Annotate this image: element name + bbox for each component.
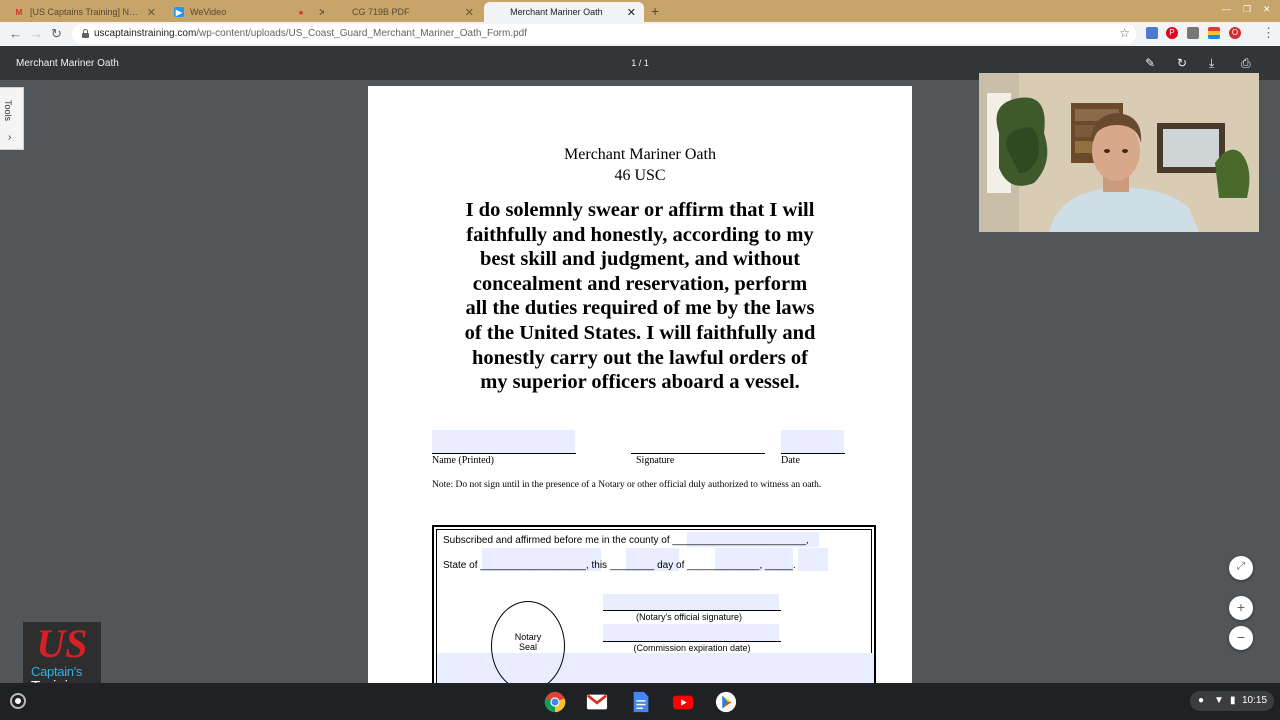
notary-signature-field[interactable] [603, 594, 779, 611]
county-line: Subscribed and affirmed before me in the… [443, 535, 809, 546]
edit-pencil-icon[interactable]: ✎ [1145, 56, 1155, 70]
chevron-right-icon: › [8, 132, 12, 143]
close-tab-icon[interactable]: ✕ [318, 6, 324, 19]
webcam-video [979, 73, 1259, 232]
document-icon [336, 7, 346, 17]
chrome-app-icon[interactable] [543, 691, 567, 713]
notification-icon: ● [1198, 695, 1205, 706]
wevideo-icon: ▶ [174, 7, 184, 17]
recording-extension-icon[interactable]: O [1229, 27, 1241, 39]
zoom-out-button[interactable]: − [1229, 626, 1253, 650]
extension-icon[interactable] [1146, 27, 1158, 39]
forward-icon[interactable]: → [30, 26, 43, 41]
webcam-presenter-image [979, 73, 1259, 232]
youtube-app-icon[interactable] [671, 691, 695, 713]
page-indicator: 1 / 1 [631, 58, 649, 68]
browser-toolbar: ← → ↻ uscaptainstraining.com/wp-content/… [0, 22, 1280, 46]
chrome-menu-icon[interactable]: ⋮ [1262, 25, 1275, 41]
rotate-icon[interactable]: ↻ [1177, 56, 1187, 70]
notary-signature-label: (Notary's official signature) [635, 612, 743, 622]
commission-rule [603, 641, 781, 642]
screenshot-extension-icon[interactable] [1187, 27, 1199, 39]
date-field[interactable] [781, 430, 844, 453]
clock: 10:15 [1242, 695, 1268, 706]
date-rule [781, 453, 845, 454]
play-store-app-icon[interactable] [714, 691, 738, 713]
lock-icon [82, 29, 89, 38]
record-icon: ● [298, 7, 304, 17]
battery-icon: ▮ [1230, 695, 1236, 706]
gmail-app-icon[interactable] [585, 691, 609, 713]
docs-app-icon[interactable] [629, 691, 653, 713]
gmail-icon: M [15, 7, 23, 17]
tab-strip: M [US Captains Training] New own... ✕ ▶ … [0, 0, 1280, 22]
name-printed-field[interactable] [432, 430, 575, 453]
system-tray[interactable]: ● ▼ ▮ 10:15 [1190, 691, 1274, 711]
launcher-icon[interactable] [10, 693, 26, 709]
name-printed-label: Name (Printed) [432, 455, 494, 466]
oath-text: I do solemnly swear or affirm that I wil… [464, 199, 816, 394]
document-title: Merchant Mariner Oath [564, 146, 716, 163]
wifi-icon: ▼ [1214, 695, 1224, 706]
address-bar[interactable]: uscaptainstraining.com/wp-content/upload… [72, 24, 1136, 44]
notary-seal: Notary Seal [491, 601, 565, 686]
commission-date-field[interactable] [603, 624, 779, 641]
back-icon[interactable]: ← [9, 26, 22, 41]
new-tab-button[interactable]: + [651, 3, 659, 19]
tab-cg719b-pdf[interactable]: CG 719B PDF ✕ [328, 2, 482, 22]
tab-merchant-mariner-oath[interactable]: Merchant Mariner Oath ✕ [484, 2, 644, 22]
tools-panel-toggle[interactable]: Tools › [0, 87, 24, 150]
colorful-extension-icon[interactable] [1208, 27, 1220, 39]
fit-to-page-button[interactable]: ⤢ [1229, 556, 1253, 580]
note-text: Note: Do not sign until in the presence … [432, 480, 822, 490]
commission-label: (Commission expiration date) [633, 643, 751, 653]
close-window-icon[interactable]: ✕ [1263, 4, 1271, 15]
document-subtitle: 46 USC [614, 167, 666, 184]
print-icon[interactable]: ⎙ [1241, 56, 1251, 71]
download-icon[interactable]: ⤓ [1209, 56, 1214, 71]
pdf-page: Merchant Mariner Oath 46 USC I do solemn… [368, 86, 912, 686]
reload-icon[interactable]: ↻ [51, 26, 62, 42]
minimize-icon[interactable]: — [1222, 4, 1231, 14]
pinterest-icon[interactable]: P [1166, 27, 1178, 39]
close-tab-icon[interactable]: ✕ [147, 6, 156, 19]
signature-label: Signature [636, 455, 675, 466]
close-tab-icon[interactable]: ✕ [627, 6, 636, 19]
zoom-in-button[interactable]: + [1229, 596, 1253, 620]
name-rule [432, 453, 576, 454]
close-tab-icon[interactable]: ✕ [465, 6, 474, 19]
notary-signature-rule [603, 610, 781, 611]
bookmark-star-icon[interactable]: ☆ [1119, 26, 1130, 40]
date-label: Date [781, 455, 800, 466]
maximize-icon[interactable]: ❐ [1243, 4, 1251, 15]
url-text[interactable]: uscaptainstraining.com/wp-content/upload… [94, 28, 527, 39]
notary-box: Subscribed and affirmed before me in the… [432, 525, 876, 686]
state-date-line: State of ___________________, this _____… [443, 560, 796, 571]
os-shelf: ● ▼ ▮ 10:15 [0, 683, 1280, 720]
tab-captains-training[interactable]: M [US Captains Training] New own... ✕ [6, 2, 164, 22]
signature-rule [631, 453, 765, 454]
tab-recording[interactable]: ● ✕ [288, 2, 324, 22]
pdf-title: Merchant Mariner Oath [16, 58, 119, 69]
year-field[interactable] [798, 548, 828, 571]
